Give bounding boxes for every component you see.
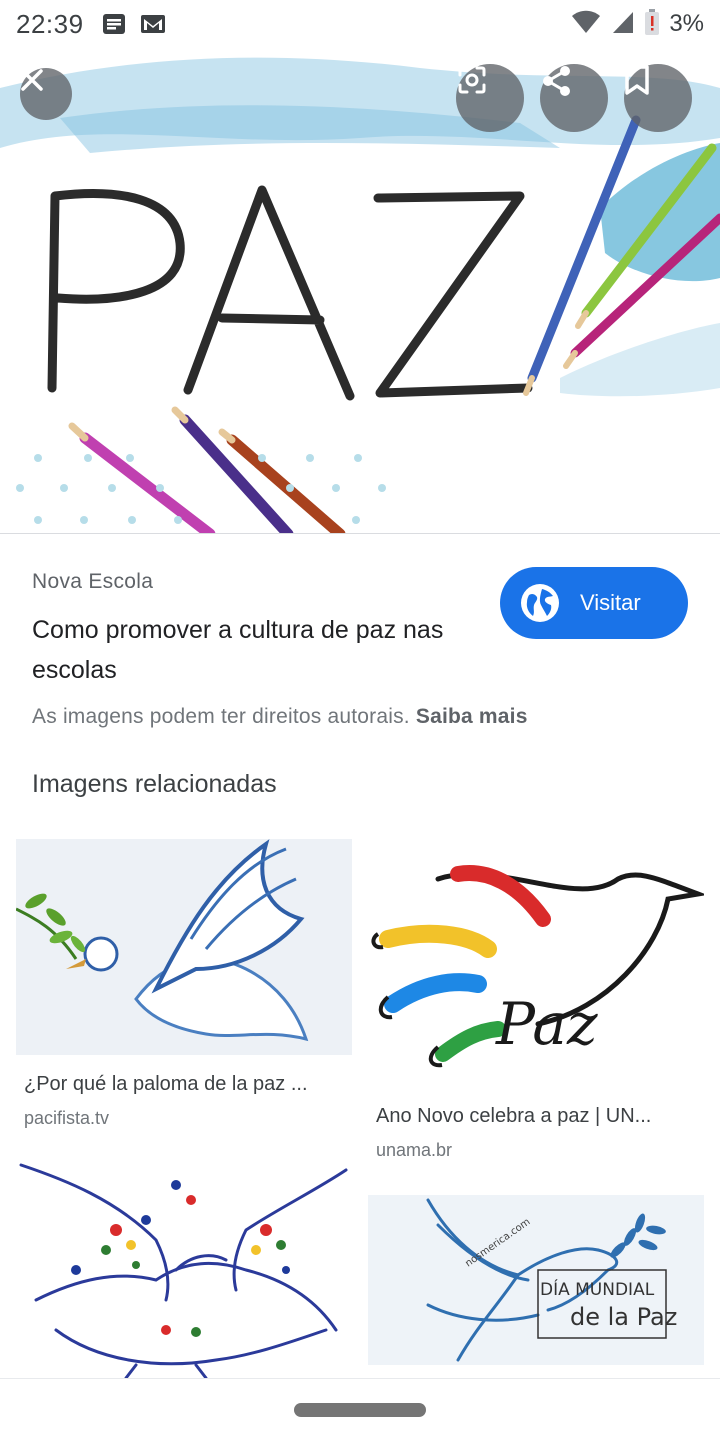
globe-icon xyxy=(521,584,559,622)
result-title[interactable]: Como promover a cultura de paz nas escol… xyxy=(32,610,472,690)
status-icons: 3% xyxy=(571,8,704,40)
hero-image[interactable] xyxy=(0,48,720,534)
result-source[interactable]: Nova Escola xyxy=(32,570,153,594)
close-button[interactable] xyxy=(20,68,72,120)
visit-label: Visitar xyxy=(580,590,641,615)
hero-illustration xyxy=(0,57,720,533)
notes-icon xyxy=(102,13,126,35)
lens-search-button[interactable] xyxy=(456,64,524,132)
share-icon xyxy=(543,66,570,96)
share-button[interactable] xyxy=(540,64,608,132)
related-title: Ano Novo celebra a paz | UN... xyxy=(376,1105,652,1127)
de-la-paz-text: de la Paz xyxy=(570,1303,677,1331)
related-domain: unama.br xyxy=(376,1140,453,1160)
related-thumbnail xyxy=(16,839,352,1055)
copyright-text: As imagens podem ter direitos autorais. xyxy=(32,705,416,728)
dove-image xyxy=(16,839,309,1042)
home-gesture-pill[interactable] xyxy=(294,1403,426,1417)
gmail-icon xyxy=(140,14,166,34)
related-card[interactable] xyxy=(16,1160,352,1378)
watermark-text: nosmerica.com xyxy=(463,1216,532,1269)
paz-image-text: Paz xyxy=(495,990,598,1058)
wifi-icon xyxy=(571,10,601,39)
signal-icon xyxy=(611,10,635,39)
picasso-dove-image xyxy=(19,1163,348,1378)
battery-low-icon xyxy=(645,8,660,40)
bookmark-button[interactable] xyxy=(624,64,692,132)
related-domain: pacifista.tv xyxy=(24,1108,110,1128)
copyright-notice: As imagens podem ter direitos autorais. … xyxy=(32,705,528,729)
close-icon xyxy=(21,69,43,91)
bookmark-icon xyxy=(625,65,649,95)
related-card[interactable]: Paz Ano Novo celebra a paz | UN... unama… xyxy=(368,839,704,1161)
dia-mundial-dove-image: nosmerica.com DÍA MUNDIAL de la Paz xyxy=(426,1198,677,1362)
paz-dove-image: Paz xyxy=(371,865,704,1068)
lens-search-icon xyxy=(458,66,486,94)
related-images-heading: Imagens relacionadas xyxy=(32,770,277,798)
dia-mundial-text: DÍA MUNDIAL xyxy=(540,1278,655,1300)
related-title: ¿Por qué la paloma de la paz ... xyxy=(24,1073,308,1095)
status-time: 22:39 xyxy=(16,8,84,39)
related-thumbnail: nosmerica.com DÍA MUNDIAL de la Paz xyxy=(368,1195,704,1365)
related-card[interactable]: nosmerica.com DÍA MUNDIAL de la Paz xyxy=(368,1195,704,1365)
visit-button[interactable]: Visitar xyxy=(500,567,688,639)
status-bar: 22:39 3% xyxy=(0,0,720,48)
related-card[interactable]: ¿Por qué la paloma de la paz ... pacifis… xyxy=(16,839,352,1129)
screen: 22:39 3% Nova Escola Como promover a cul… xyxy=(0,0,720,1440)
battery-percentage: 3% xyxy=(669,10,704,37)
learn-more-link[interactable]: Saiba mais xyxy=(416,705,528,728)
related-thumbnail xyxy=(16,1160,352,1378)
related-thumbnail: Paz xyxy=(368,839,704,1091)
navigation-bar xyxy=(0,1378,720,1440)
